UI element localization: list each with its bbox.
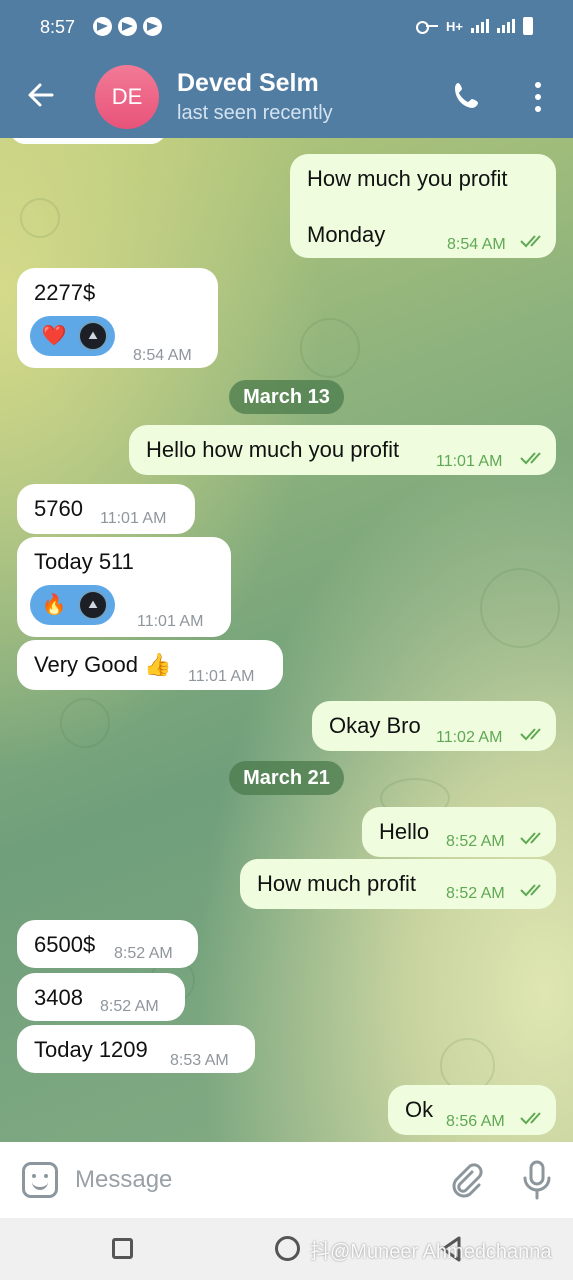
read-checkmarks-icon [520, 235, 541, 248]
message-text: 2277$ [34, 280, 96, 305]
vpn-key-icon [416, 21, 439, 34]
message-time: 11:01 AM [137, 613, 204, 630]
message-bubble-partial[interactable] [10, 138, 166, 144]
read-checkmarks-icon [520, 832, 541, 845]
more-options-icon[interactable] [525, 80, 551, 114]
read-checkmarks-icon [520, 452, 541, 465]
message-bubble-outgoing[interactable]: Okay Bro 11:02 AM [312, 701, 556, 751]
message-time: 8:52 AM [100, 998, 159, 1015]
message-text: Hello [379, 819, 430, 844]
message-text: Hello how much you profit [146, 437, 400, 462]
chat-header: DE Deved Selm last seen recently [0, 56, 573, 138]
message-bubble-outgoing[interactable]: Ok 8:56 AM [388, 1085, 556, 1135]
message-text: Today 511 [34, 549, 134, 574]
message-bubble-incoming[interactable]: Today 511 🔥 ⛰ 11:01 AM [17, 537, 231, 637]
message-time: 11:01 AM [436, 453, 503, 470]
system-navigation-bar: 抖@Muneer Ahmedchanna [0, 1218, 573, 1280]
message-text: How much profit [257, 871, 416, 896]
telegram-notification-icon [93, 17, 112, 36]
read-checkmarks-icon [520, 884, 541, 897]
telegram-notification-icon [143, 17, 162, 36]
message-text: Okay Bro [329, 713, 421, 738]
battery-icon [523, 17, 533, 35]
status-time: 8:57 [40, 17, 76, 37]
message-time: 8:56 AM [446, 1113, 505, 1130]
message-input[interactable] [75, 1162, 405, 1198]
message-bubble-outgoing[interactable]: How much profit 8:52 AM [240, 859, 556, 909]
read-checkmarks-icon [520, 728, 541, 741]
doodle-pattern [60, 698, 110, 748]
signal-icon [471, 19, 489, 33]
message-text: Today 1209 [34, 1037, 148, 1062]
message-time: 11:02 AM [436, 729, 503, 746]
message-bubble-incoming[interactable]: 3408 8:52 AM [17, 973, 185, 1021]
message-time: 8:54 AM [447, 236, 506, 253]
back-arrow-icon[interactable] [24, 78, 58, 112]
message-bubble-incoming[interactable]: 5760 11:01 AM [17, 484, 195, 534]
message-bubble-incoming[interactable]: 6500$ 8:52 AM [17, 920, 198, 968]
chat-title[interactable]: Deved Selm [177, 69, 319, 98]
home-button[interactable] [275, 1236, 300, 1261]
signal-icon [497, 19, 515, 33]
message-text: 5760 [34, 496, 83, 521]
message-bubble-outgoing[interactable]: Hello how much you profit 11:01 AM [129, 425, 556, 475]
emoji-sticker-icon[interactable] [22, 1162, 58, 1198]
status-icons: H+ [416, 17, 533, 35]
message-time: 8:52 AM [114, 945, 173, 962]
message-bubble-incoming[interactable]: Today 1209 8:53 AM [17, 1025, 255, 1073]
heart-reaction-icon: ❤️ [41, 325, 67, 347]
last-seen-status: last seen recently [177, 102, 333, 124]
message-text: Ok [405, 1097, 434, 1122]
watermark: 抖@Muneer Ahmedchanna [310, 1241, 552, 1263]
message-time: 11:01 AM [188, 668, 255, 685]
message-text: Monday [307, 222, 386, 247]
reactor-avatar: ⛰ [78, 321, 108, 351]
phone-call-icon[interactable] [450, 80, 482, 112]
doodle-pattern [480, 568, 560, 648]
message-time: 8:54 AM [133, 347, 192, 364]
network-type: H+ [446, 18, 463, 34]
microphone-icon[interactable] [520, 1160, 554, 1200]
message-bubble-outgoing[interactable]: How much you profit Monday 8:54 AM [290, 154, 556, 258]
message-text: 6500$ [34, 932, 96, 957]
reaction-badge[interactable]: ❤️ ⛰ [30, 316, 115, 356]
message-composer [0, 1142, 573, 1218]
fire-reaction-icon: 🔥 [41, 594, 67, 616]
message-bubble-incoming[interactable]: Very Good 👍 11:01 AM [17, 640, 283, 690]
message-time: 8:53 AM [170, 1052, 229, 1069]
status-bar: 8:57 H+ [0, 0, 573, 56]
message-time: 8:52 AM [446, 833, 505, 850]
doodle-pattern [20, 198, 60, 238]
paperclip-attach-icon[interactable] [448, 1162, 484, 1198]
read-checkmarks-icon [520, 1112, 541, 1125]
message-bubble-incoming[interactable]: 2277$ ❤️ ⛰ 8:54 AM [17, 268, 218, 368]
message-text: How much you profit [307, 166, 508, 191]
message-text: Very Good 👍 [34, 652, 172, 677]
message-time: 8:52 AM [446, 885, 505, 902]
reaction-badge[interactable]: 🔥 ⛰ [30, 585, 115, 625]
doodle-pattern [300, 318, 360, 378]
recent-apps-button[interactable] [112, 1238, 133, 1259]
date-separator: March 13 [229, 380, 344, 414]
reactor-avatar: ⛰ [78, 590, 108, 620]
message-bubble-outgoing[interactable]: Hello 8:52 AM [362, 807, 556, 857]
telegram-notification-icon [118, 17, 137, 36]
date-separator: March 21 [229, 761, 344, 795]
avatar[interactable]: DE [95, 65, 159, 129]
message-time: 11:01 AM [100, 510, 167, 527]
message-text: 3408 [34, 985, 83, 1010]
